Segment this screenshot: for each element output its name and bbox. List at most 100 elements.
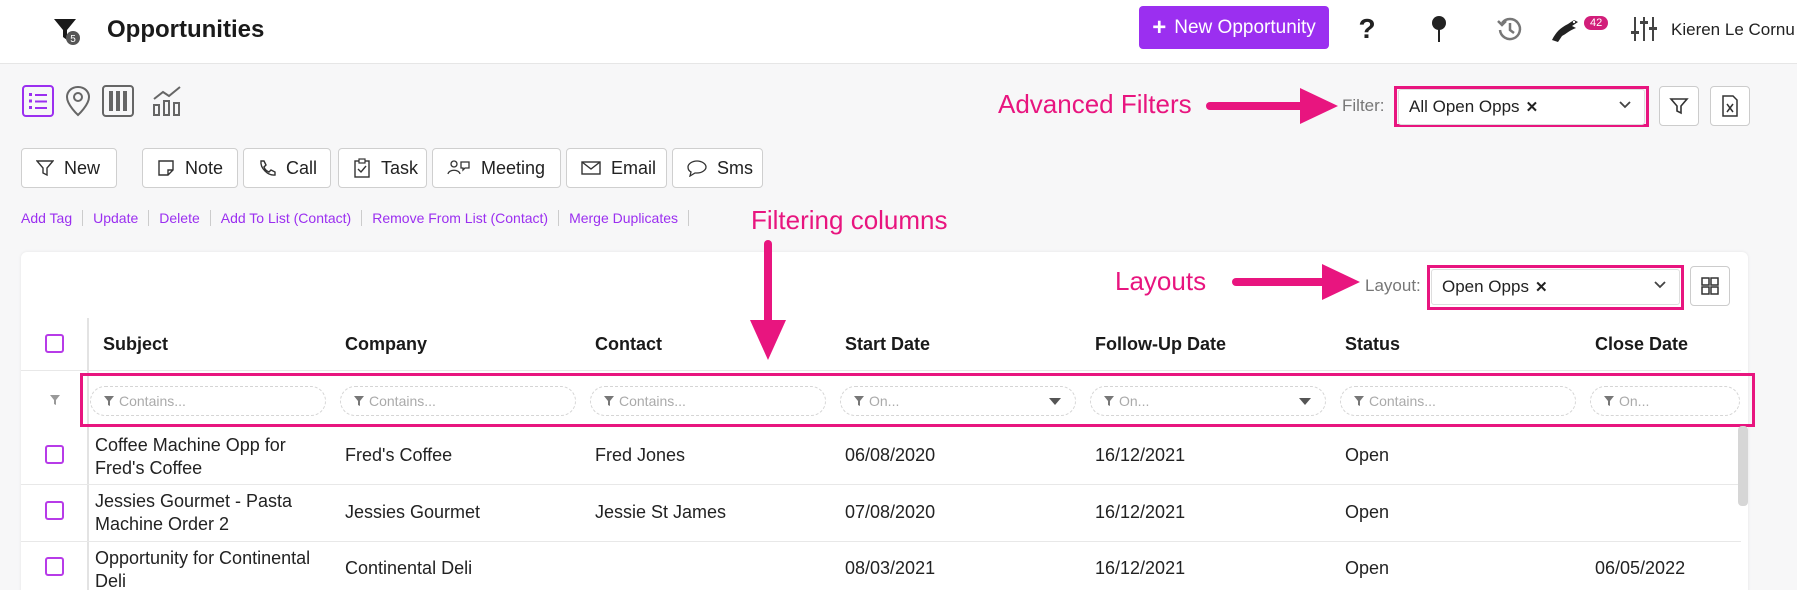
select-all-checkbox[interactable]	[45, 334, 64, 353]
start-date-filter-input[interactable]: On...	[840, 386, 1076, 416]
funnel-icon	[1104, 396, 1114, 406]
new-filter-button[interactable]: New	[21, 148, 117, 188]
funnel-icon	[104, 396, 114, 406]
column-header-start-date[interactable]: Start Date	[845, 334, 930, 355]
cell-company: Jessies Gourmet	[345, 502, 481, 522]
help-icon[interactable]: ?	[1350, 12, 1384, 46]
chevron-down-icon	[1654, 281, 1666, 289]
grid-layout-icon	[1701, 277, 1719, 295]
cell-status: Open	[1345, 502, 1390, 522]
update-link[interactable]: Update	[83, 210, 150, 226]
column-header-company[interactable]: Company	[345, 334, 427, 355]
contact-filter-input[interactable]: Contains...	[590, 386, 826, 416]
cell-status: Open	[1345, 558, 1390, 578]
filter-placeholder: Contains...	[619, 393, 686, 409]
follow-up-date-filter-input[interactable]: On...	[1090, 386, 1326, 416]
task-icon	[354, 158, 370, 178]
cell-start-date: 06/08/2020	[845, 445, 936, 465]
sms-button[interactable]: Sms	[672, 148, 763, 188]
top-bar: 5 Opportunities + New Opportunity ? 42 K…	[0, 0, 1797, 64]
list-view-icon[interactable]	[21, 84, 55, 118]
annotation-filtering-columns: Filtering columns	[751, 205, 948, 235]
column-header-contact[interactable]: Contact	[595, 334, 662, 355]
add-to-list-link[interactable]: Add To List (Contact)	[211, 210, 363, 226]
row-checkbox[interactable]	[45, 557, 64, 576]
filter-placeholder: Contains...	[1369, 393, 1436, 409]
column-header-close-date[interactable]: Close Date	[1595, 334, 1688, 355]
filter-value: All Open Opps	[1409, 97, 1520, 116]
advanced-filter-button[interactable]	[1659, 86, 1699, 126]
call-button[interactable]: Call	[243, 148, 331, 188]
plus-icon: +	[1152, 13, 1167, 41]
map-pin-view-icon[interactable]	[61, 84, 95, 118]
dropdown-triangle-icon[interactable]	[1049, 398, 1061, 406]
layout-value: Open Opps	[1442, 277, 1529, 296]
chart-view-icon[interactable]	[150, 84, 184, 118]
bird-notifications-icon[interactable]	[1548, 12, 1582, 46]
filter-select[interactable]: All Open Opps ✕	[1398, 89, 1645, 125]
row-divider	[21, 370, 1741, 371]
cell-subject[interactable]: Opportunity for Continental Deli	[95, 547, 335, 590]
company-filter-input[interactable]: Contains...	[340, 386, 576, 416]
column-header-subject[interactable]: Subject	[103, 334, 168, 355]
bulk-actions-bar: Add Tag Update Delete Add To List (Conta…	[21, 210, 689, 226]
history-icon[interactable]	[1493, 12, 1527, 46]
funnel-icon	[1604, 396, 1614, 406]
action-label: Email	[611, 157, 657, 178]
column-divider	[87, 318, 89, 590]
cell-company: Continental Deli	[345, 558, 473, 578]
task-button[interactable]: Task	[338, 148, 427, 188]
action-label: Task	[381, 157, 419, 178]
note-button[interactable]: Note	[142, 148, 238, 188]
cell-follow-up-date: 16/12/2021	[1095, 502, 1186, 522]
cell-start-date: 07/08/2020	[845, 502, 936, 522]
cell-contact: Jessie St James	[595, 502, 727, 522]
vertical-scrollbar[interactable]	[1738, 426, 1748, 506]
cell-contact: Fred Jones	[595, 445, 686, 465]
column-header-status[interactable]: Status	[1345, 334, 1400, 355]
cell-close-date: 06/05/2022	[1595, 558, 1686, 578]
layout-select[interactable]: Open Opps ✕	[1431, 269, 1680, 305]
add-tag-link[interactable]: Add Tag	[21, 210, 84, 226]
user-name[interactable]: Kieren Le Cornu	[1671, 20, 1795, 40]
cell-company: Fred's Coffee	[345, 445, 453, 465]
meeting-button[interactable]: Meeting	[432, 148, 561, 188]
action-label: Meeting	[481, 157, 546, 178]
cell-follow-up-date: 16/12/2021	[1095, 445, 1186, 465]
clear-layout-icon[interactable]: ✕	[1535, 278, 1548, 296]
new-opportunity-button[interactable]: + New Opportunity	[1139, 6, 1329, 49]
merge-duplicates-link[interactable]: Merge Duplicates	[559, 210, 689, 226]
dropdown-triangle-icon[interactable]	[1299, 398, 1311, 406]
settings-sliders-icon[interactable]	[1627, 12, 1661, 46]
arrow-right-icon	[1232, 264, 1360, 300]
sms-icon	[687, 160, 707, 177]
page-title: Opportunities	[107, 16, 265, 43]
phone-icon	[260, 160, 276, 176]
remove-from-list-link[interactable]: Remove From List (Contact)	[362, 210, 560, 226]
cell-subject[interactable]: Coffee Machine Opp for Fred's Coffee	[95, 434, 335, 480]
action-label: New	[64, 157, 101, 178]
row-checkbox[interactable]	[45, 445, 64, 464]
delete-link[interactable]: Delete	[149, 210, 211, 226]
annotation-advanced-filters: Advanced Filters	[998, 89, 1192, 119]
row-divider	[21, 541, 1741, 542]
row-checkbox[interactable]	[45, 501, 64, 520]
layout-settings-button[interactable]	[1690, 266, 1730, 306]
filter-placeholder: Contains...	[369, 393, 436, 409]
cell-subject[interactable]: Jessies Gourmet - Pasta Machine Order 2	[95, 490, 335, 536]
close-date-filter-input[interactable]: On...	[1590, 386, 1740, 416]
email-button[interactable]: Email	[566, 148, 667, 188]
action-label: Call	[286, 157, 318, 178]
action-label: Sms	[717, 157, 753, 178]
subject-filter-input[interactable]: Contains...	[90, 386, 326, 416]
filter-icon	[36, 160, 54, 177]
kanban-view-icon[interactable]	[101, 84, 135, 118]
pin-icon[interactable]	[1422, 12, 1456, 46]
column-header-follow-up-date[interactable]: Follow-Up Date	[1095, 334, 1226, 355]
clear-filter-icon[interactable]: ✕	[1526, 98, 1539, 116]
export-excel-button[interactable]	[1710, 86, 1750, 126]
cell-status: Open	[1345, 445, 1390, 465]
arrow-down-icon	[750, 240, 786, 360]
status-filter-input[interactable]: Contains...	[1340, 386, 1576, 416]
funnel-icon	[1354, 396, 1364, 406]
